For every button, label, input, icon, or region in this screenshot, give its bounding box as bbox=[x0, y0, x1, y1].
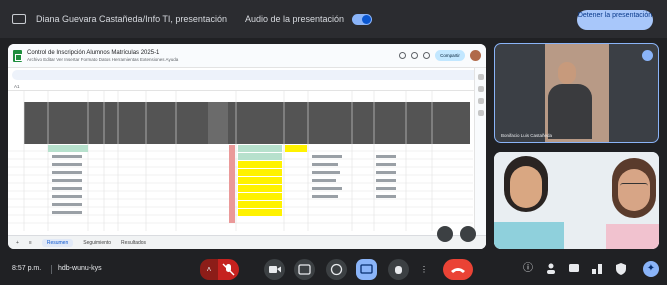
meet-window: Diana Guevara Castañeda/Info TI, present… bbox=[0, 0, 667, 285]
sheets-header: Control de Inscripción Alumnos Matrícula… bbox=[8, 44, 486, 68]
sheets-menu: Archivo Editar Ver Insertar Formato Dato… bbox=[27, 56, 179, 62]
presentation-audio-toggle[interactable] bbox=[352, 13, 373, 25]
present-icon[interactable] bbox=[356, 259, 377, 280]
info-icon[interactable]: ⓘ bbox=[520, 261, 536, 277]
raise-hand-icon[interactable] bbox=[388, 259, 409, 280]
tab-seguimiento: Seguimiento bbox=[83, 239, 112, 246]
stop-presenting-button[interactable]: Detener la presentación bbox=[577, 10, 653, 30]
comments-icon bbox=[411, 52, 418, 59]
tab-resultados: Resultados bbox=[121, 239, 147, 246]
contacts-icon bbox=[477, 110, 484, 116]
all-sheets-button: ≡ bbox=[28, 239, 32, 246]
activities-icon[interactable] bbox=[589, 261, 605, 277]
participant-face bbox=[510, 166, 542, 208]
doc-title: Control de Inscripción Alumnos Matrícula… bbox=[27, 49, 160, 56]
presentation-audio-label: Audio de la presentación bbox=[244, 14, 345, 24]
add-sheet-button: + bbox=[16, 239, 19, 246]
glasses bbox=[620, 183, 648, 189]
end-call-icon[interactable] bbox=[443, 259, 473, 280]
sheets-toolbar bbox=[12, 70, 482, 80]
presentation-bar: Diana Guevara Castañeda/Info TI, present… bbox=[0, 0, 667, 38]
meet-icon bbox=[423, 52, 430, 59]
tasks-icon bbox=[477, 98, 484, 104]
participant-body bbox=[494, 222, 564, 249]
shared-screen: Control de Inscripción Alumnos Matrícula… bbox=[8, 44, 486, 249]
calendar-icon bbox=[477, 74, 484, 80]
avatar bbox=[470, 50, 481, 61]
divider bbox=[51, 265, 52, 274]
participant-body bbox=[606, 224, 659, 249]
people-icon[interactable] bbox=[543, 261, 559, 277]
keep-icon bbox=[477, 86, 484, 92]
participant-video bbox=[558, 62, 576, 84]
share-screen-icon bbox=[460, 226, 476, 242]
camera-icon[interactable] bbox=[264, 259, 285, 280]
share-button: Compartir bbox=[435, 50, 465, 61]
call-controls-bar: 8:57 p.m. hdb-wunu-kys ˄ ⋮ ⓘ ✦ bbox=[0, 254, 667, 285]
sheets-logo-icon bbox=[13, 49, 22, 62]
emoji-icon[interactable] bbox=[326, 259, 347, 280]
meeting-code: hdb-wunu-kys bbox=[58, 265, 102, 272]
formula-bar: A1 bbox=[8, 82, 486, 91]
pin-icon[interactable] bbox=[642, 50, 653, 61]
presenter-title: Diana Guevara Castañeda/Info TI, present… bbox=[36, 14, 227, 24]
participant-tile[interactable]: Bonifacio Luis Castañeda bbox=[494, 43, 659, 143]
assistant-icon[interactable]: ✦ bbox=[643, 261, 659, 277]
tab-resumen: Resumen bbox=[41, 238, 74, 247]
presentation-icon bbox=[12, 14, 26, 24]
captions-icon[interactable] bbox=[294, 259, 315, 280]
mic-options-button[interactable]: ˄ bbox=[200, 259, 218, 280]
explore-icon bbox=[437, 226, 453, 242]
sheets-side-panel bbox=[474, 68, 486, 249]
current-time: 8:57 p.m. bbox=[12, 265, 42, 272]
sheet-tabs: + ≡ Resumen Seguimiento Resultados bbox=[8, 235, 486, 249]
participant-body bbox=[548, 84, 592, 139]
host-controls-icon[interactable] bbox=[613, 261, 629, 277]
mic-off-icon[interactable] bbox=[218, 259, 239, 280]
more-options-icon[interactable]: ⋮ bbox=[416, 259, 432, 280]
participant-face bbox=[618, 169, 650, 211]
chat-icon[interactable] bbox=[566, 261, 582, 277]
history-icon bbox=[399, 52, 406, 59]
spreadsheet-grid bbox=[8, 91, 473, 231]
participant-tile[interactable] bbox=[494, 152, 659, 249]
participant-name: Bonifacio Luis Castañeda bbox=[501, 133, 553, 138]
